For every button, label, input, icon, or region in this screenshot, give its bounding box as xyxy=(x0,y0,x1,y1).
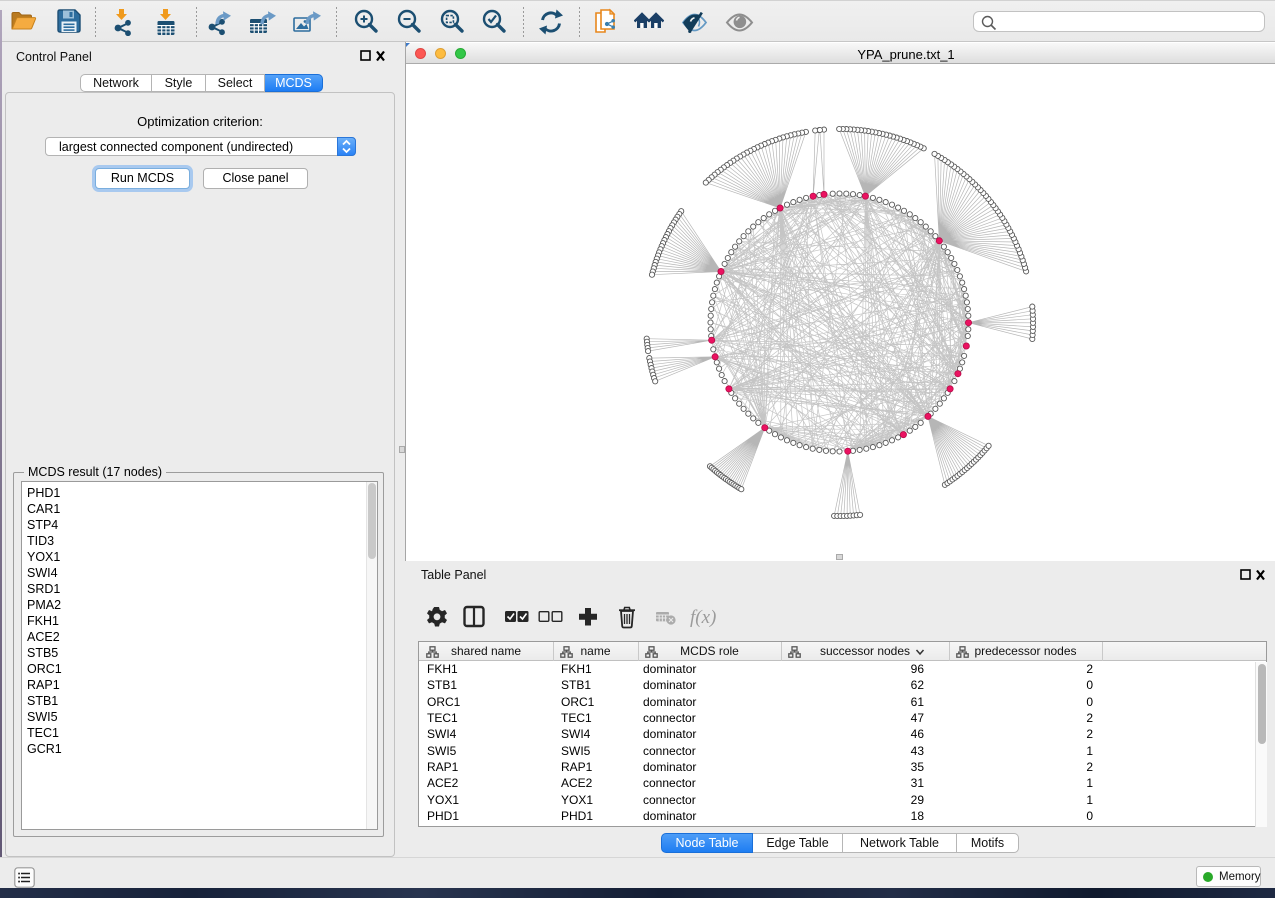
svg-text:f(x): f(x) xyxy=(690,607,716,628)
